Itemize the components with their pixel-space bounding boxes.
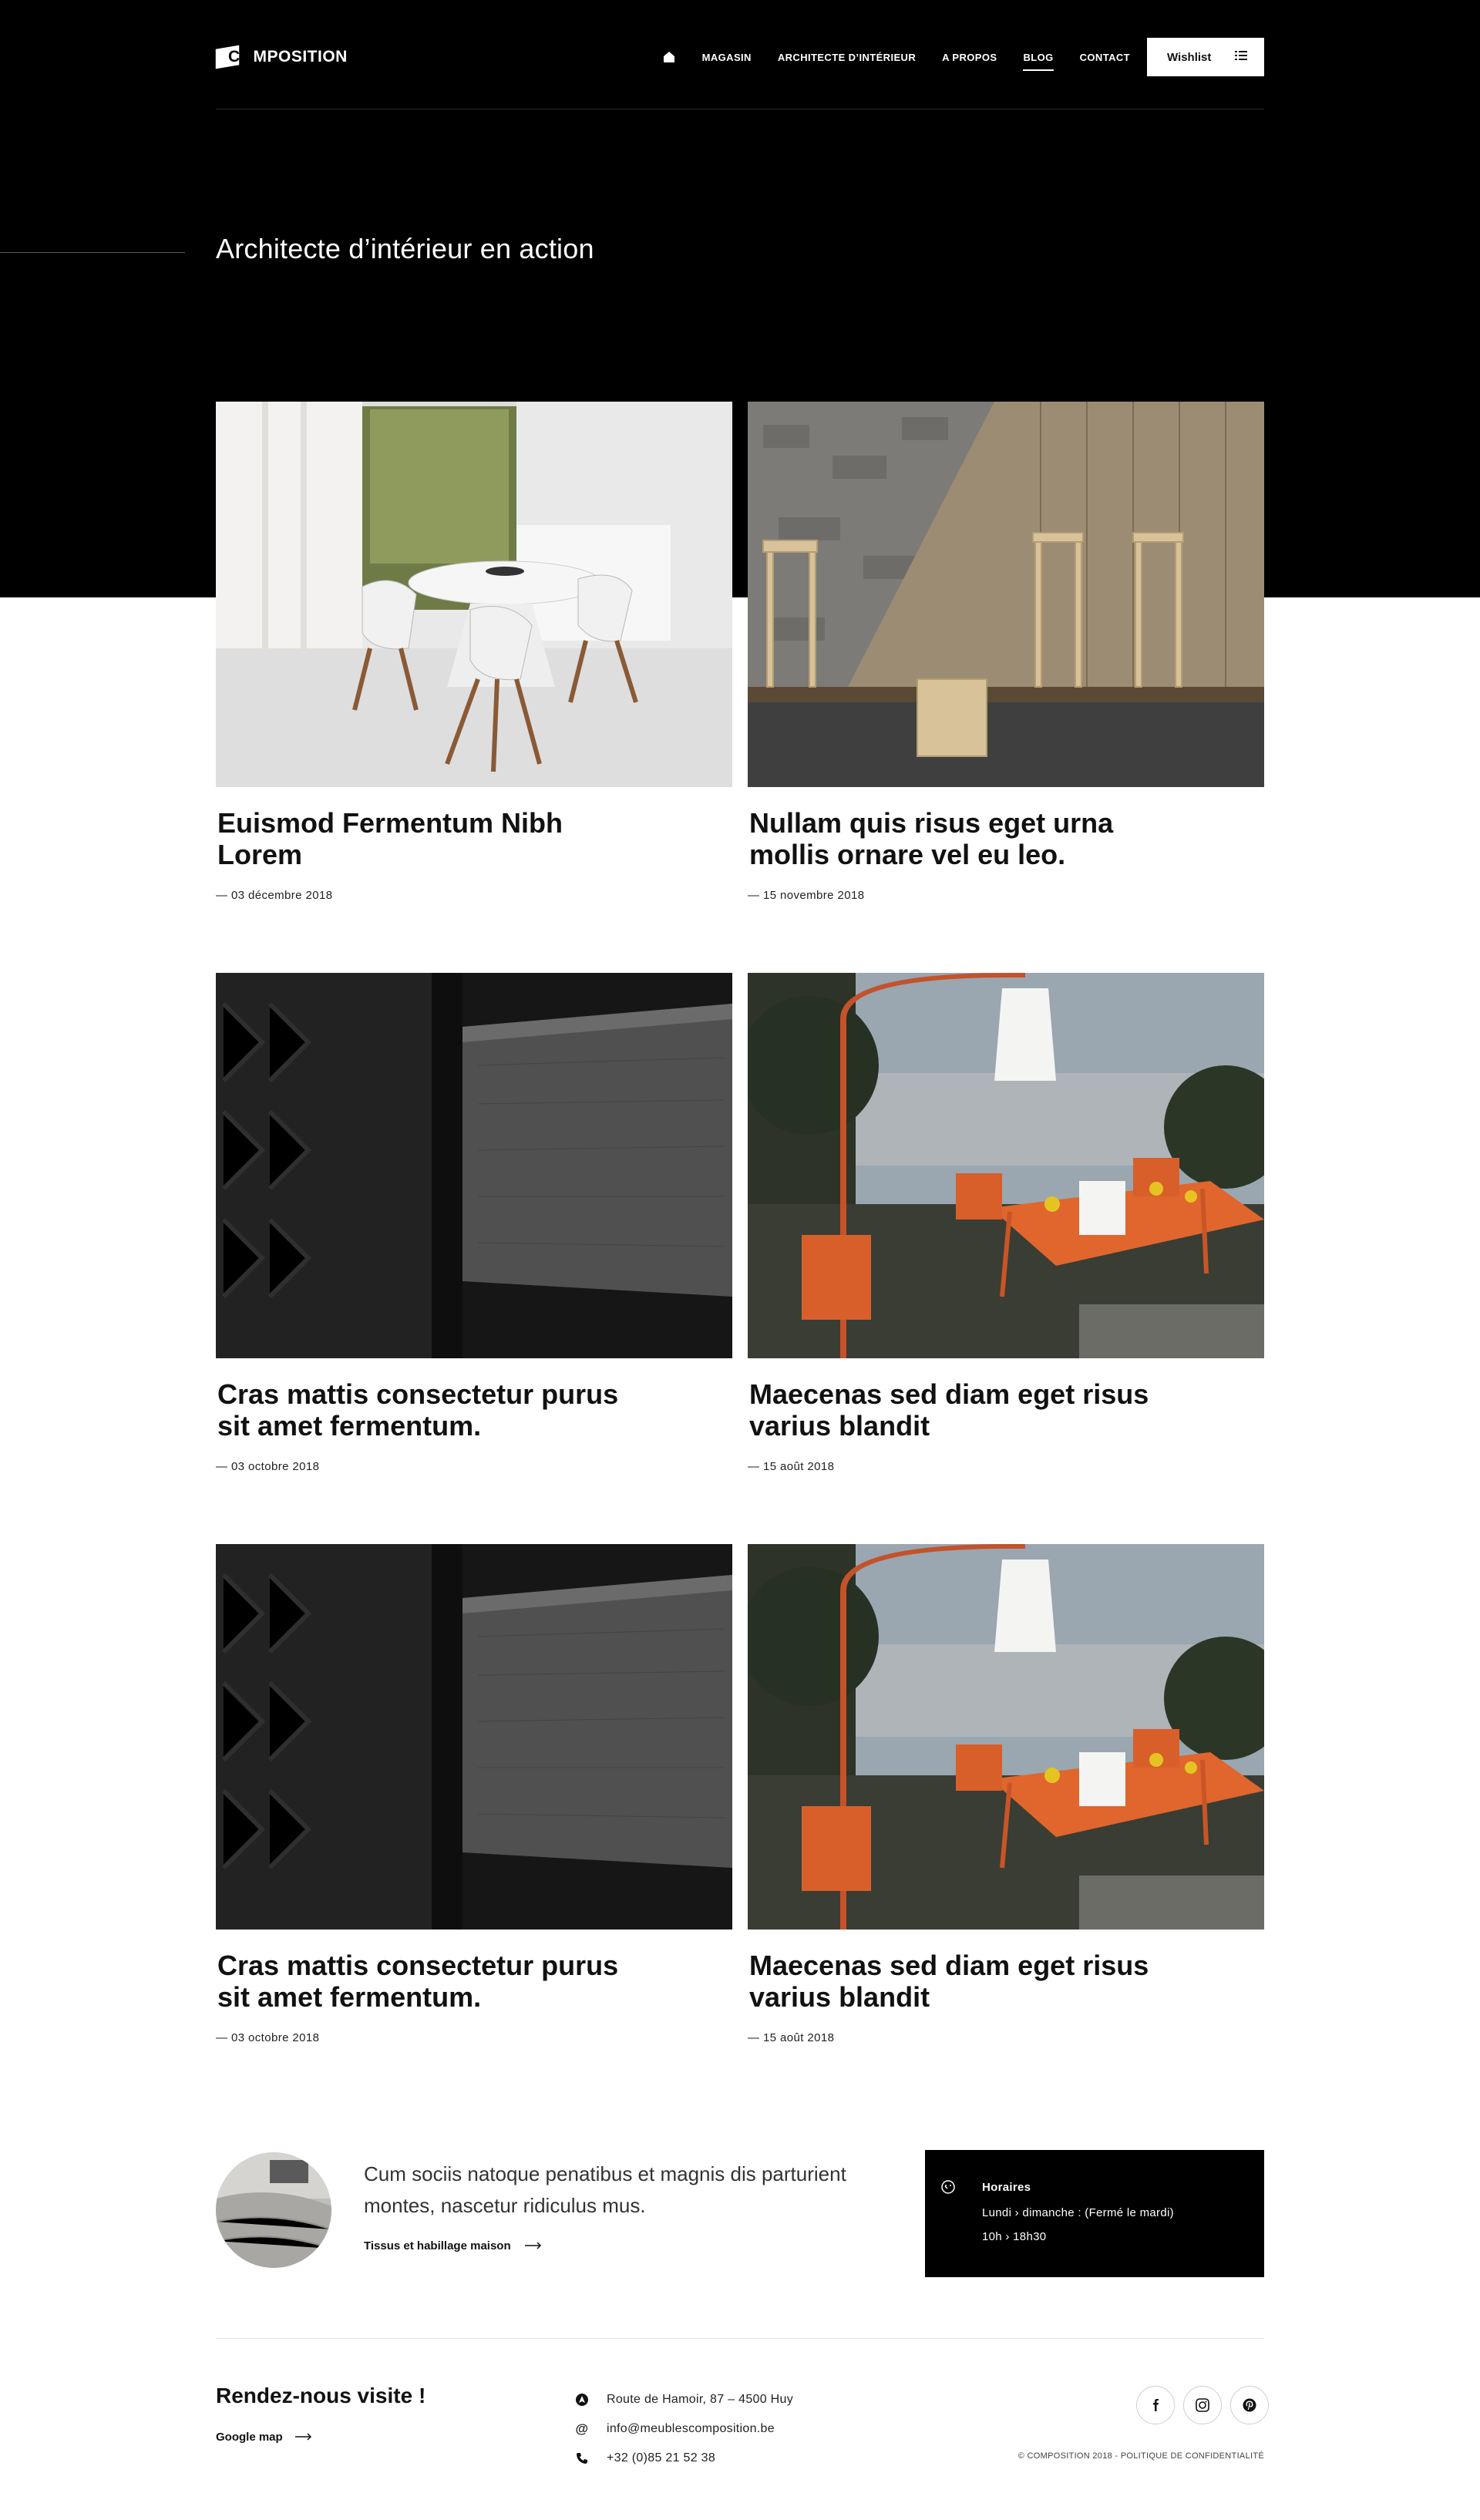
article-title[interactable]: Nullam quis risus eget urna mollis ornar… [749, 807, 1181, 870]
title-line [0, 252, 185, 253]
nav-a-propos[interactable]: A PROPOS [942, 52, 997, 63]
arrow-right-icon [524, 2239, 542, 2253]
article-image-dark-drawer[interactable] [216, 1544, 732, 1930]
copyright[interactable]: © COMPOSITION 2018 - POLITIQUE DE CONFID… [1018, 2451, 1264, 2461]
instagram-icon[interactable] [1183, 2386, 1222, 2424]
list-icon [1235, 50, 1247, 64]
main-nav: MAGASIN ARCHITECTE D’INTÉRIEUR A PROPOS … [662, 38, 1264, 76]
opening-hours: Horaires Lundi › dimanche : (Fermé le ma… [925, 2150, 1264, 2277]
article-image-orange-terrace[interactable] [748, 973, 1264, 1358]
article-date: — 15 novembre 2018 [748, 889, 865, 902]
clock-icon [940, 2179, 956, 2195]
article-title[interactable]: Cras mattis consectetur purus sit amet f… [217, 1950, 649, 2013]
wishlist-label: Wishlist [1167, 50, 1212, 64]
article-image-dining-room[interactable] [216, 402, 732, 787]
logo-text: COMPOSITION [228, 48, 348, 66]
article-card[interactable]: Maecenas sed diam eget risus varius blan… [748, 1544, 1264, 2044]
google-map-label: Google map [216, 2431, 283, 2444]
pinterest-icon[interactable] [1230, 2386, 1269, 2424]
article-title[interactable]: Maecenas sed diam eget risus varius blan… [749, 1378, 1181, 1442]
wishlist-button[interactable]: Wishlist [1147, 38, 1264, 76]
page-title: Architecte d’intérieur en action [216, 233, 594, 264]
promo-text: Cum sociis natoque penatibus et magnis d… [364, 2162, 846, 2217]
location-icon [574, 2392, 590, 2407]
article-title[interactable]: Maecenas sed diam eget risus varius blan… [749, 1950, 1181, 2013]
article-image-dark-drawer[interactable] [216, 973, 732, 1358]
phone-text[interactable]: +32 (0)85 21 52 38 [607, 2451, 715, 2465]
phone-icon [574, 2451, 590, 2466]
article-date: — 03 octobre 2018 [216, 2031, 320, 2044]
footer-divider [216, 2338, 1264, 2339]
article-card[interactable]: Euismod Fermentum Nibh Lorem — 03 décemb… [216, 402, 732, 902]
visit-title: Rendez-nous visite ! [216, 2384, 426, 2407]
facebook-icon[interactable] [1136, 2386, 1175, 2424]
contact-phone[interactable]: +32 (0)85 21 52 38 [574, 2444, 793, 2473]
google-map-link[interactable]: Google map [216, 2431, 312, 2444]
site-header: COMPOSITION MAGASIN ARCHITECTE D’INTÉRIE… [215, 37, 1264, 77]
home-icon[interactable] [662, 50, 676, 64]
article-date: — 03 octobre 2018 [216, 1460, 320, 1473]
article-image-wooden-chairs[interactable] [748, 402, 1264, 787]
address-text: Route de Hamoir, 87 – 4500 Huy [607, 2393, 794, 2406]
at-icon: @ [575, 2421, 589, 2436]
article-date: — 15 août 2018 [748, 1460, 835, 1473]
article-image-orange-terrace[interactable] [748, 1544, 1264, 1930]
hours-title: Horaires [982, 2181, 1031, 2194]
nav-magasin[interactable]: MAGASIN [702, 52, 752, 63]
email-text[interactable]: info@meublescomposition.be [607, 2422, 775, 2436]
hours-times: 10h › 18h30 [982, 2230, 1047, 2243]
contact-email[interactable]: @ info@meublescomposition.be [574, 2414, 793, 2444]
nav-blog[interactable]: BLOG [1023, 52, 1054, 71]
contact-address: Route de Hamoir, 87 – 4500 Huy [574, 2385, 793, 2414]
article-card[interactable]: Cras mattis consectetur purus sit amet f… [216, 973, 732, 1473]
logo[interactable]: COMPOSITION [215, 45, 348, 69]
article-card[interactable]: Maecenas sed diam eget risus varius blan… [748, 973, 1264, 1473]
nav-contact[interactable]: CONTACT [1080, 52, 1130, 63]
arrow-right-icon [294, 2431, 312, 2444]
article-date: — 15 août 2018 [748, 2031, 835, 2044]
fabric-image [216, 2152, 331, 2268]
article-card[interactable]: Nullam quis risus eget urna mollis ornar… [748, 402, 1264, 902]
article-title[interactable]: Cras mattis consectetur purus sit amet f… [217, 1378, 649, 1442]
hours-days: Lundi › dimanche : (Fermé le mardi) [982, 2206, 1174, 2219]
nav-architecte[interactable]: ARCHITECTE D’INTÉRIEUR [778, 52, 916, 63]
article-title[interactable]: Euismod Fermentum Nibh Lorem [217, 807, 649, 870]
article-date: — 03 décembre 2018 [216, 889, 333, 902]
social-links [1128, 2386, 1269, 2424]
article-card[interactable]: Cras mattis consectetur purus sit amet f… [216, 1544, 732, 2044]
fabric-link-label: Tissus et habillage maison [364, 2239, 511, 2253]
fabric-link[interactable]: Tissus et habillage maison [364, 2239, 542, 2253]
contact-list: Route de Hamoir, 87 – 4500 Huy @ info@me… [574, 2385, 793, 2473]
